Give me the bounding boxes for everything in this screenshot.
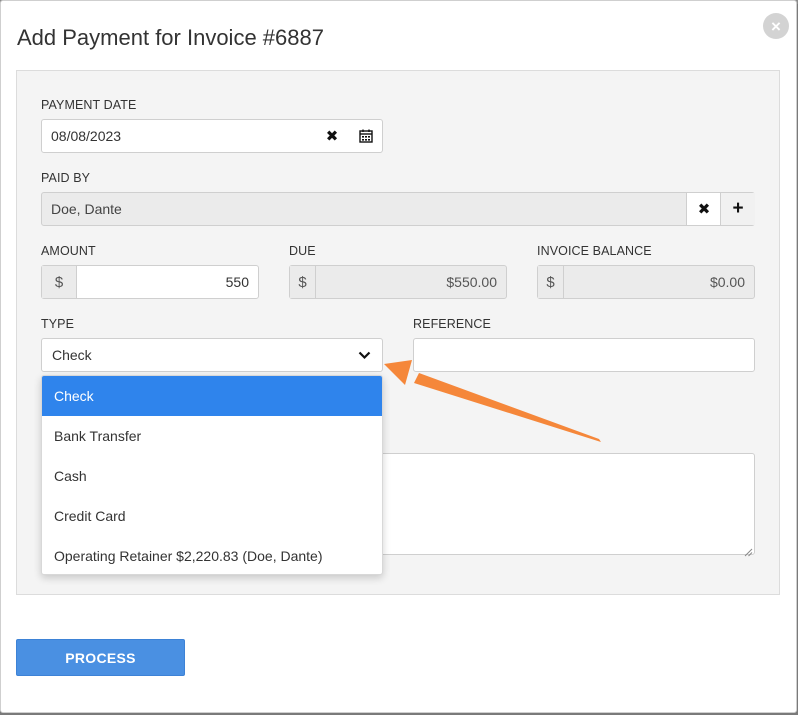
process-button[interactable]: PROCESS bbox=[16, 639, 185, 676]
annotation-arrow bbox=[384, 360, 601, 442]
annotation-arrow-head bbox=[384, 360, 412, 385]
add-payment-modal: × Add Payment for Invoice #6887 PAYMENT … bbox=[0, 0, 797, 713]
annotation-arrow-shaft bbox=[414, 373, 601, 442]
